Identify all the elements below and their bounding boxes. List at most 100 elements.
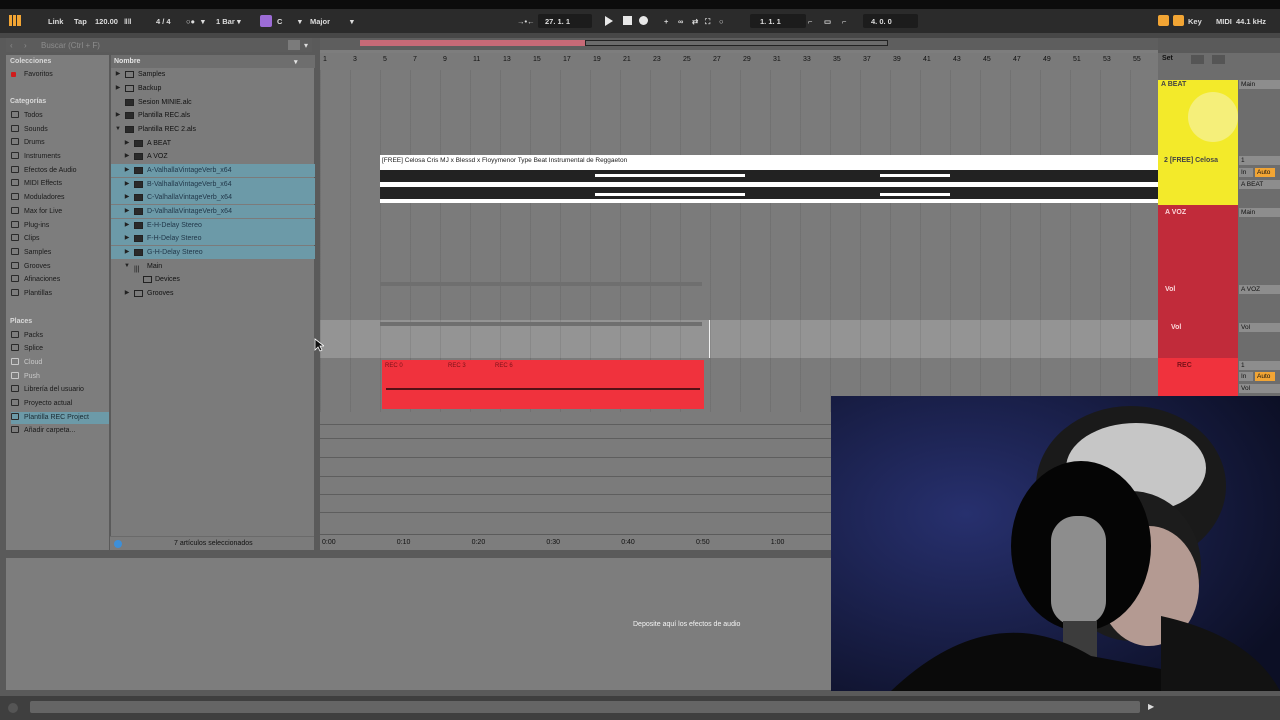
record-button[interactable]	[639, 16, 648, 25]
sidebar-item-user-library[interactable]: Librería del usuario	[11, 384, 109, 396]
tap-button[interactable]: Tap	[74, 17, 87, 26]
expand-arrow-icon[interactable]: ▶	[114, 82, 122, 95]
name-column-header[interactable]: Nombre ▾	[111, 55, 315, 68]
chevron-down-icon[interactable]: ▾	[201, 17, 205, 26]
expand-arrow-icon[interactable]: ▶	[123, 137, 131, 150]
track-header-vol[interactable]: Vol	[1158, 282, 1238, 320]
list-item[interactable]: ▶ G-H-Delay Stereo	[111, 246, 315, 259]
play-arrow-icon[interactable]: ▶	[1148, 702, 1154, 711]
tempo-field[interactable]: 120.00	[95, 17, 118, 26]
list-item[interactable]: Sesion MINIE.alc	[111, 96, 315, 109]
output-select[interactable]: A BEAT	[1239, 180, 1280, 189]
output-select[interactable]: Vol	[1239, 384, 1280, 393]
key-root-select[interactable]: C	[277, 17, 282, 26]
input-monitor-in-button[interactable]: In	[1239, 372, 1253, 381]
track-beat-audio-lane[interactable]: [FREE] Celosa Cris MJ x Blessd x Floyyme…	[320, 153, 1158, 205]
expand-arrow-icon[interactable]: ▶	[123, 164, 131, 177]
scale-mode-icon[interactable]	[260, 15, 272, 27]
input-monitor-in-button[interactable]: In	[1239, 168, 1253, 177]
output-select[interactable]: A VOZ	[1239, 285, 1280, 294]
output-select[interactable]: Main	[1239, 80, 1280, 89]
expand-arrow-icon[interactable]: ▶	[123, 246, 131, 259]
track-header-a-voz[interactable]: A VOZ	[1158, 205, 1238, 282]
track-a-beat-lane[interactable]	[320, 70, 1158, 153]
sidebar-item-plantilla-rec-project[interactable]: Plantilla REC Project	[11, 412, 109, 424]
list-item[interactable]: ▶ Plantilla REC.als	[111, 109, 315, 122]
expand-arrow-icon[interactable]: ▶	[114, 109, 122, 122]
scale-select[interactable]: Major	[310, 17, 330, 26]
overdub-icon[interactable]: +	[664, 17, 668, 26]
sidebar-item-packs[interactable]: Packs	[11, 330, 109, 342]
list-item[interactable]: ▶ A BEAT	[111, 137, 315, 150]
sidebar-item-current-project[interactable]: Proyecto actual	[11, 398, 109, 410]
sidebar-item-push[interactable]: Push	[11, 371, 109, 383]
input-monitor-auto-button[interactable]: Auto	[1255, 168, 1275, 177]
overview-window[interactable]	[585, 40, 888, 46]
punch-out-icon[interactable]: ⌐	[842, 17, 846, 26]
list-item[interactable]: ▶ Grooves	[111, 287, 315, 300]
sidebar-item-all[interactable]: Todos	[11, 110, 109, 122]
track-vol-lane[interactable]	[320, 280, 1158, 320]
sidebar-item-favorites[interactable]: Favoritos	[11, 69, 109, 81]
search-input[interactable]: Buscar (Ctrl + F)	[41, 41, 100, 50]
sidebar-item-audio-effects[interactable]: Efectos de Audio	[11, 165, 109, 177]
list-item[interactable]: ▶ F-H-Delay Stereo	[111, 232, 315, 245]
sidebar-item-midi-effects[interactable]: MIDI Effects	[11, 178, 109, 190]
draw-mode-icon[interactable]	[1158, 15, 1169, 26]
forward-icon[interactable]: ›	[24, 41, 27, 50]
sidebar-item-tunings[interactable]: Afinaciones	[11, 274, 109, 286]
chevron-down-icon[interactable]: ▾	[350, 17, 354, 26]
link-button[interactable]: Link	[48, 17, 63, 26]
list-item[interactable]: ▶ Backup	[111, 82, 315, 95]
filter-icon[interactable]	[288, 40, 300, 50]
chevron-down-icon[interactable]: ▾	[298, 17, 302, 26]
sidebar-item-max-for-live[interactable]: Max for Live	[11, 206, 109, 218]
sidebar-item-plugins[interactable]: Plug-ins	[11, 220, 109, 232]
automation-arm-icon[interactable]: ∞	[678, 17, 683, 26]
track-header-a-beat[interactable]: A BEAT	[1158, 80, 1238, 153]
track-vol-2-lane[interactable]	[320, 320, 1158, 358]
expand-arrow-icon[interactable]: ▶	[123, 178, 131, 191]
expand-icon[interactable]	[1191, 55, 1204, 64]
loop-length-field[interactable]: 4. 0. 0	[871, 17, 892, 26]
record-mode-icon[interactable]: ○●	[186, 17, 195, 26]
expand-arrow-icon[interactable]: ▶	[114, 68, 122, 81]
list-item[interactable]: Devices	[111, 273, 315, 286]
track-header-rec[interactable]: REC	[1158, 358, 1238, 396]
list-item[interactable]: ▶ A VOZ	[111, 150, 315, 163]
computer-midi-icon[interactable]	[1173, 15, 1184, 26]
overview-loop-region[interactable]	[360, 40, 585, 46]
track-a-voz-lane[interactable]	[320, 205, 1158, 280]
preview-icon[interactable]	[114, 540, 122, 548]
beat-time-ruler[interactable]: 1 3 5 7 9 11 13 15 17 19 21 23 25 27 29 31 33 35 37 39 41 43 4…	[320, 53, 1158, 70]
rec-clip[interactable]: REC 0 REC 3 REC 6	[382, 360, 704, 409]
list-item[interactable]: ▶ B-ValhallaVintageVerb_x64	[111, 178, 315, 191]
sidebar-item-drums[interactable]: Drums	[11, 137, 109, 149]
loop-switch-icon[interactable]: ▭	[824, 17, 831, 26]
expand-arrow-icon[interactable]: ▶	[123, 205, 131, 218]
sidebar-item-samples[interactable]: Samples	[11, 247, 109, 259]
track-header-vol-2[interactable]: Vol	[1158, 320, 1238, 358]
beat-audio-clip[interactable]: [FREE] Celosa Cris MJ x Blessd x Floyyme…	[380, 155, 1158, 203]
lock-icon[interactable]	[1212, 55, 1225, 64]
overview-bar[interactable]	[320, 38, 1158, 50]
list-item[interactable]: ▶ Samples	[111, 68, 315, 81]
expand-arrow-icon[interactable]: ▶	[123, 232, 131, 245]
collapse-arrow-icon[interactable]: ▼	[123, 260, 131, 273]
list-item[interactable]: ▶ E-H-Delay Stereo	[111, 219, 315, 232]
sidebar-item-instruments[interactable]: Instruments	[11, 151, 109, 163]
sidebar-item-modulators[interactable]: Moduladores	[11, 192, 109, 204]
browser-search-bar[interactable]: ‹ › Buscar (Ctrl + F) ▾	[6, 38, 312, 52]
sidebar-item-templates[interactable]: Plantillas	[11, 288, 109, 300]
list-item[interactable]: ▶ D-ValhallaVintageVerb_x64	[111, 205, 315, 218]
follow-icon[interactable]: →•←	[517, 17, 535, 26]
expand-arrow-icon[interactable]: ▶	[123, 191, 131, 204]
expand-arrow-icon[interactable]: ▶	[123, 150, 131, 163]
sidebar-item-cloud[interactable]: Cloud	[11, 357, 109, 369]
sidebar-item-clips[interactable]: Clips	[11, 233, 109, 245]
sort-icon[interactable]: ▾	[294, 58, 298, 66]
chevron-down-icon[interactable]: ▾	[304, 41, 308, 50]
track-header-free-celosa[interactable]: 2 [FREE] Celosa	[1158, 153, 1238, 205]
sidebar-item-splice[interactable]: Splice	[11, 343, 109, 355]
key-map-button[interactable]: Key	[1188, 17, 1202, 26]
